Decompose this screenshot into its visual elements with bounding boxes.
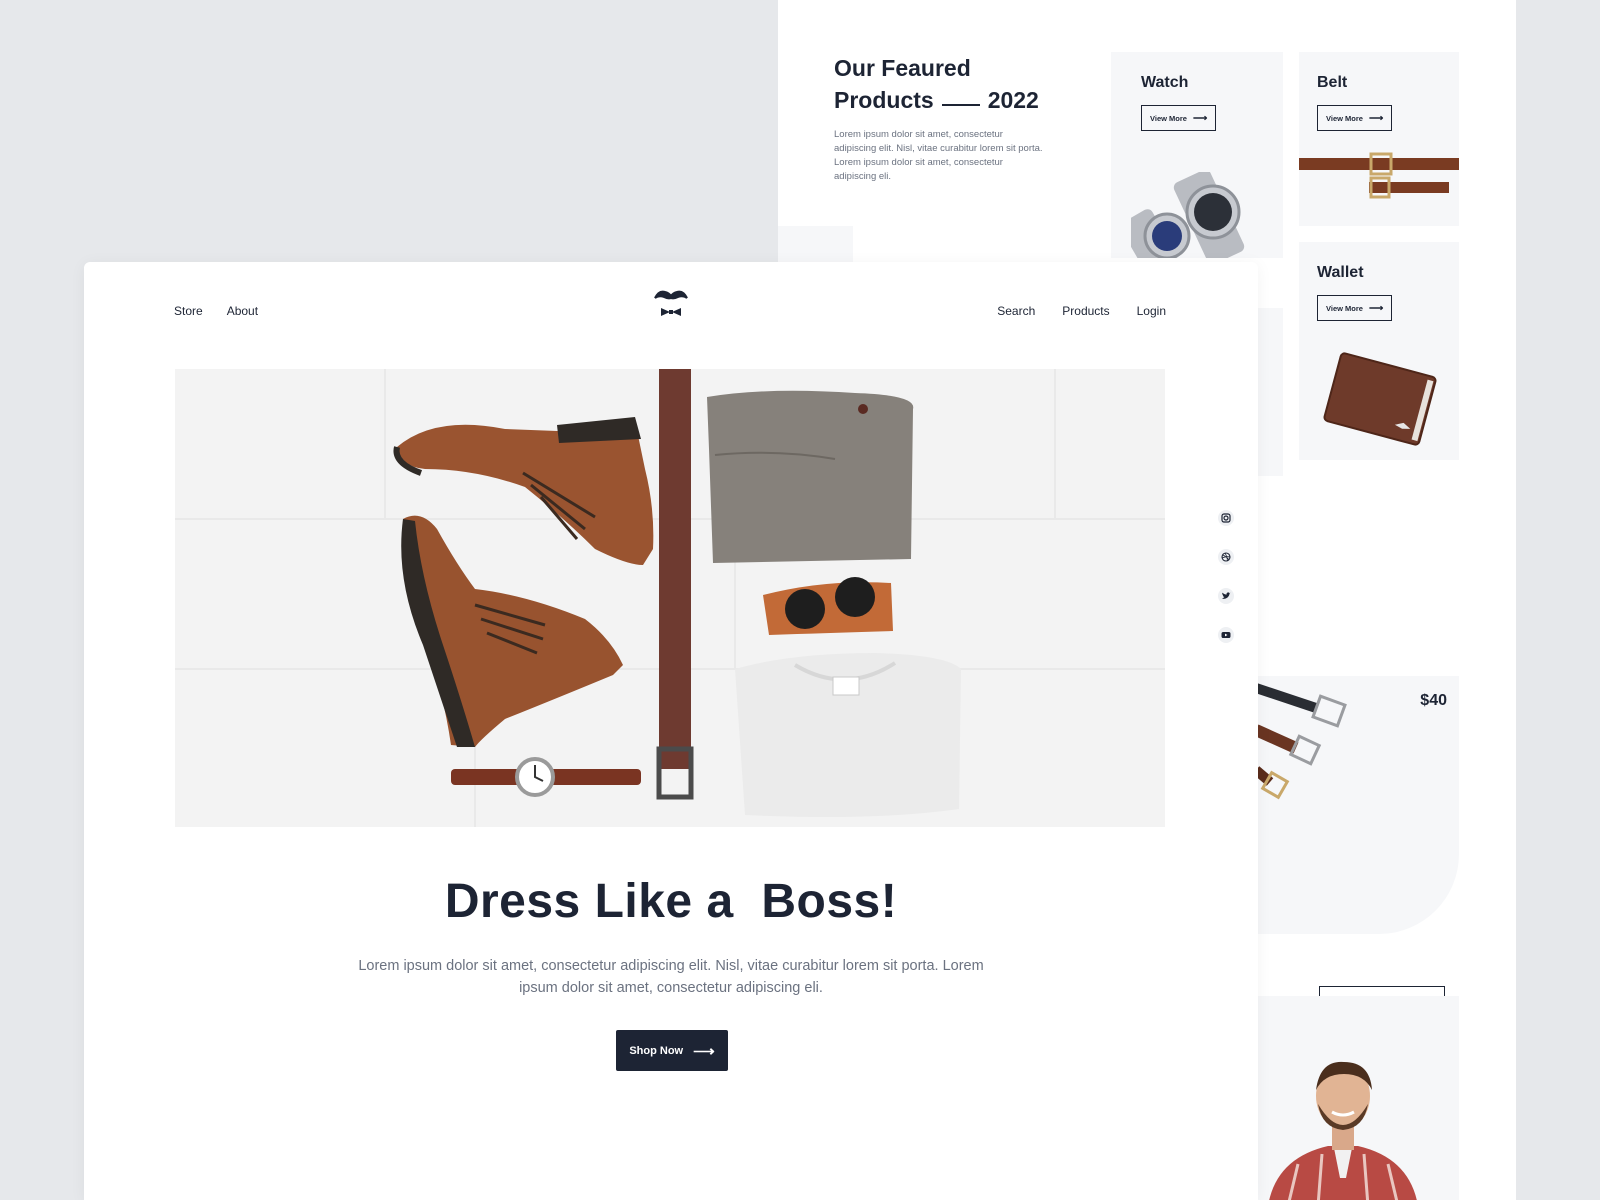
product-card-watch[interactable]: Watch View More ⟶	[1111, 52, 1283, 258]
hero-flatlay	[175, 369, 1165, 827]
youtube-icon[interactable]	[1218, 627, 1234, 643]
hero-image	[175, 369, 1165, 827]
product-name: Watch	[1141, 74, 1189, 91]
nav-search[interactable]: Search	[997, 304, 1035, 318]
social-links	[1218, 510, 1234, 643]
nav-products[interactable]: Products	[1062, 304, 1109, 318]
landing-page: Store About Search Products Login Dress …	[84, 262, 1258, 1200]
nav-left: Store About	[174, 304, 258, 318]
pants-item	[707, 390, 914, 563]
product-price: $40	[1420, 692, 1447, 709]
nav-login[interactable]: Login	[1137, 304, 1166, 318]
view-more-button[interactable]: View More ⟶	[1317, 105, 1393, 131]
featured-description: Lorem ipsum dolor sit amet, consectetur …	[834, 129, 1043, 182]
view-more-button[interactable]: View More ⟶	[1141, 105, 1217, 131]
title-dash	[941, 104, 980, 106]
belt-image	[1299, 152, 1459, 199]
shop-now-label: Shop Now	[629, 1044, 684, 1057]
watch-image	[1131, 172, 1245, 258]
wallet-image	[1323, 352, 1437, 446]
mustache-bowtie-logo[interactable]	[653, 288, 689, 322]
twitter-icon[interactable]	[1218, 588, 1234, 604]
featured-title: Our Feaured Products 2022	[834, 52, 1039, 116]
model-portrait	[1269, 1061, 1417, 1200]
model-card	[1232, 996, 1459, 1200]
nav-store[interactable]: Store	[174, 304, 203, 318]
featured-title-line2: Products	[834, 87, 934, 113]
belt-item	[656, 369, 694, 800]
product-card-belts[interactable]: $40	[1232, 676, 1459, 934]
nav-right: Search Products Login	[997, 304, 1166, 318]
belts-image	[1256, 683, 1347, 800]
featured-year: 2022	[987, 87, 1039, 113]
hero-description: Lorem ipsum dolor sit amet, consectetur …	[358, 958, 984, 996]
shop-now-button[interactable]: Shop Now ⟶	[616, 1030, 728, 1071]
product-card-belt[interactable]: Belt View More ⟶	[1299, 52, 1459, 226]
product-card-wallet[interactable]: Wallet View More ⟶	[1299, 242, 1459, 460]
section-strip	[778, 226, 853, 266]
tshirt-item	[735, 653, 961, 817]
nav-about[interactable]: About	[227, 304, 258, 318]
view-more-button[interactable]: View More ⟶	[1317, 295, 1393, 321]
dribbble-icon[interactable]	[1218, 549, 1234, 565]
arrow-right-icon: ⟶	[693, 1042, 715, 1060]
instagram-icon[interactable]	[1218, 510, 1234, 526]
hero-title: Dress Like a Boss!	[444, 875, 898, 928]
featured-title-line1: Our Feaured	[834, 55, 971, 81]
product-name: Wallet	[1317, 264, 1364, 281]
product-name: Belt	[1317, 74, 1348, 91]
